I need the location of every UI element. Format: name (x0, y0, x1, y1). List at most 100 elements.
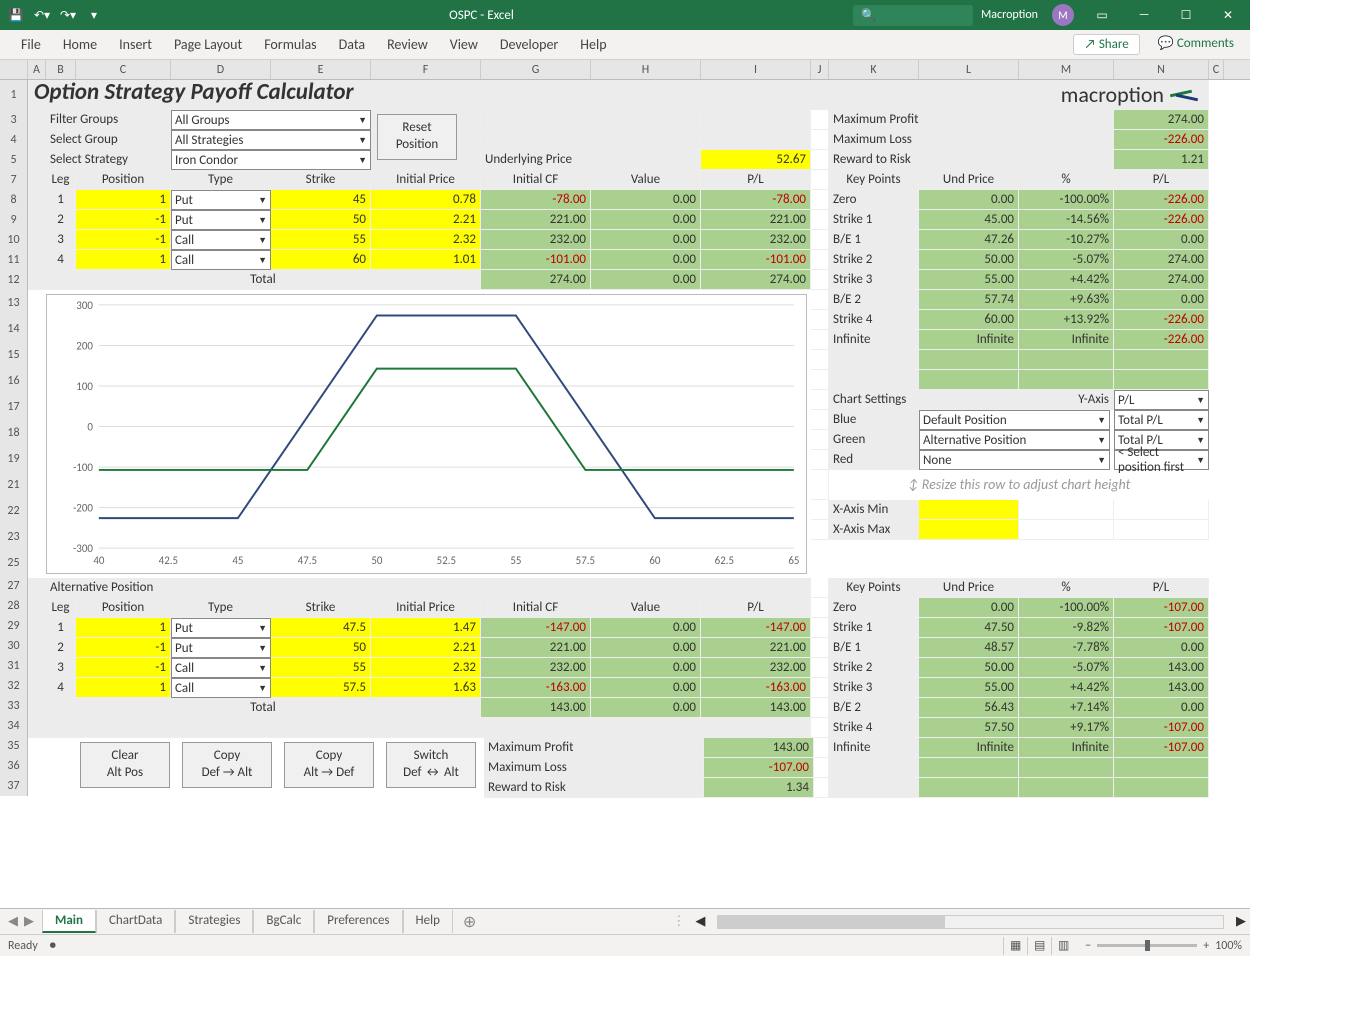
red-y-dd[interactable]: < Select position first▼ (1114, 450, 1209, 470)
leg-position[interactable]: -1 (76, 210, 171, 230)
comments-button[interactable]: 💬 Comments (1148, 34, 1244, 55)
leg-iprice[interactable]: 1.01 (371, 250, 481, 270)
row-21[interactable]: 21 (0, 472, 28, 498)
share-button[interactable]: ↗ Share (1073, 34, 1139, 55)
row-13[interactable]: 13 (0, 290, 28, 316)
col-I[interactable]: I (701, 60, 811, 79)
row-5[interactable]: 5 (0, 150, 28, 170)
leg-strike[interactable]: 57.5 (271, 678, 371, 698)
leg-strike[interactable]: 50 (271, 638, 371, 658)
ribbon-tab-formulas[interactable]: Formulas (253, 30, 327, 59)
leg-position[interactable]: -1 (76, 230, 171, 250)
underlying-value[interactable]: 52.67 (701, 150, 811, 170)
redo-icon[interactable]: ↷▾ (60, 7, 76, 23)
page-break-view-icon[interactable]: ▥ (1051, 937, 1075, 955)
scroll-right-icon[interactable]: ▶ (1232, 914, 1250, 929)
qat-more-icon[interactable]: ▾ (86, 7, 102, 23)
row-29[interactable]: 29 (0, 616, 28, 636)
ribbon-tab-developer[interactable]: Developer (489, 30, 569, 59)
red-series-dd[interactable]: None▼ (919, 450, 1110, 470)
col-M[interactable]: M (1019, 60, 1114, 79)
minimize-icon[interactable]: — (1130, 0, 1158, 30)
xaxis-max[interactable] (919, 520, 1019, 540)
row-36[interactable]: 36 (0, 756, 28, 776)
row-32[interactable]: 32 (0, 676, 28, 696)
zoom-in-icon[interactable]: + (1203, 939, 1209, 953)
col-B[interactable]: B (46, 60, 76, 79)
action-button-3[interactable]: SwitchDef ↔ Alt (386, 742, 476, 788)
col-H[interactable]: H (591, 60, 701, 79)
action-button-0[interactable]: ClearAlt Pos (80, 742, 170, 788)
leg-type-dd[interactable]: Put▼ (171, 638, 271, 658)
action-button-2[interactable]: CopyAlt → Def (284, 742, 374, 788)
ribbon-display-icon[interactable]: ▭ (1088, 0, 1116, 30)
row-4[interactable]: 4 (0, 130, 28, 150)
sheet-tab-strategies[interactable]: Strategies (175, 910, 253, 933)
filter-dd-1[interactable]: All Strategies▼ (171, 130, 371, 150)
leg-iprice[interactable]: 2.21 (371, 638, 481, 658)
row-19[interactable]: 19 (0, 446, 28, 472)
maximize-icon[interactable]: ☐ (1172, 0, 1200, 30)
row-10[interactable]: 10 (0, 230, 28, 250)
row-22[interactable]: 22 (0, 498, 28, 524)
col-G[interactable]: G (481, 60, 591, 79)
row-17[interactable]: 17 (0, 394, 28, 420)
leg-iprice[interactable]: 1.63 (371, 678, 481, 698)
sheet-tab-main[interactable]: Main (42, 910, 96, 933)
ribbon-tab-review[interactable]: Review (376, 30, 439, 59)
ribbon-tab-file[interactable]: File (10, 30, 52, 59)
zoom-level[interactable]: 100% (1215, 939, 1242, 953)
leg-strike[interactable]: 55 (271, 230, 371, 250)
col-D[interactable]: D (171, 60, 271, 79)
row-37[interactable]: 37 (0, 776, 28, 796)
leg-position[interactable]: 1 (76, 678, 171, 698)
user-avatar[interactable]: M (1052, 4, 1074, 26)
sheet-tab-help[interactable]: Help (403, 910, 453, 933)
leg-type-dd[interactable]: Call▼ (171, 658, 271, 678)
leg-strike[interactable]: 45 (271, 190, 371, 210)
row-3[interactable]: 3 (0, 110, 28, 130)
leg-iprice[interactable]: 2.32 (371, 230, 481, 250)
tab-prev-icon[interactable]: ◀ (8, 914, 18, 929)
tab-next-icon[interactable]: ▶ (24, 914, 34, 929)
leg-type-dd[interactable]: Put▼ (171, 190, 271, 210)
col-K[interactable]: K (829, 60, 919, 79)
reset-position-button[interactable]: ResetPosition (377, 114, 457, 160)
leg-strike[interactable]: 50 (271, 210, 371, 230)
leg-position[interactable]: 1 (76, 250, 171, 270)
ribbon-tab-home[interactable]: Home (52, 30, 108, 59)
row-11[interactable]: 11 (0, 250, 28, 270)
select-all-cell[interactable] (0, 60, 28, 79)
leg-position[interactable]: -1 (76, 658, 171, 678)
row-9[interactable]: 9 (0, 210, 28, 230)
search-box[interactable]: 🔍 (853, 5, 973, 26)
col-N[interactable]: N (1114, 60, 1209, 79)
col-J[interactable]: J (811, 60, 829, 79)
green-series-dd[interactable]: Alternative Position▼ (919, 430, 1110, 450)
leg-iprice[interactable]: 1.47 (371, 618, 481, 638)
leg-type-dd[interactable]: Put▼ (171, 210, 271, 230)
row-28[interactable]: 28 (0, 596, 28, 616)
filter-dd-0[interactable]: All Groups▼ (171, 110, 371, 130)
leg-position[interactable]: -1 (76, 638, 171, 658)
new-sheet-button[interactable]: ⊕ (453, 912, 486, 932)
sheet-tab-chartdata[interactable]: ChartData (96, 910, 175, 933)
row-18[interactable]: 18 (0, 420, 28, 446)
leg-iprice[interactable]: 2.21 (371, 210, 481, 230)
row-16[interactable]: 16 (0, 368, 28, 394)
col-F[interactable]: F (371, 60, 481, 79)
zoom-slider[interactable] (1097, 944, 1197, 947)
leg-position[interactable]: 1 (76, 190, 171, 210)
row-25[interactable]: 25 (0, 550, 28, 576)
ribbon-tab-view[interactable]: View (439, 30, 489, 59)
row-15[interactable]: 15 (0, 342, 28, 368)
col-C[interactable]: C (76, 60, 171, 79)
row-30[interactable]: 30 (0, 636, 28, 656)
xaxis-min[interactable] (919, 500, 1019, 520)
sheet-tab-preferences[interactable]: Preferences (314, 910, 402, 933)
row-31[interactable]: 31 (0, 656, 28, 676)
row-1[interactable]: 1 (0, 80, 28, 110)
macro-record-icon[interactable]: ⏺ (50, 939, 56, 953)
close-icon[interactable]: ✕ (1214, 0, 1242, 30)
row-33[interactable]: 33 (0, 696, 28, 716)
